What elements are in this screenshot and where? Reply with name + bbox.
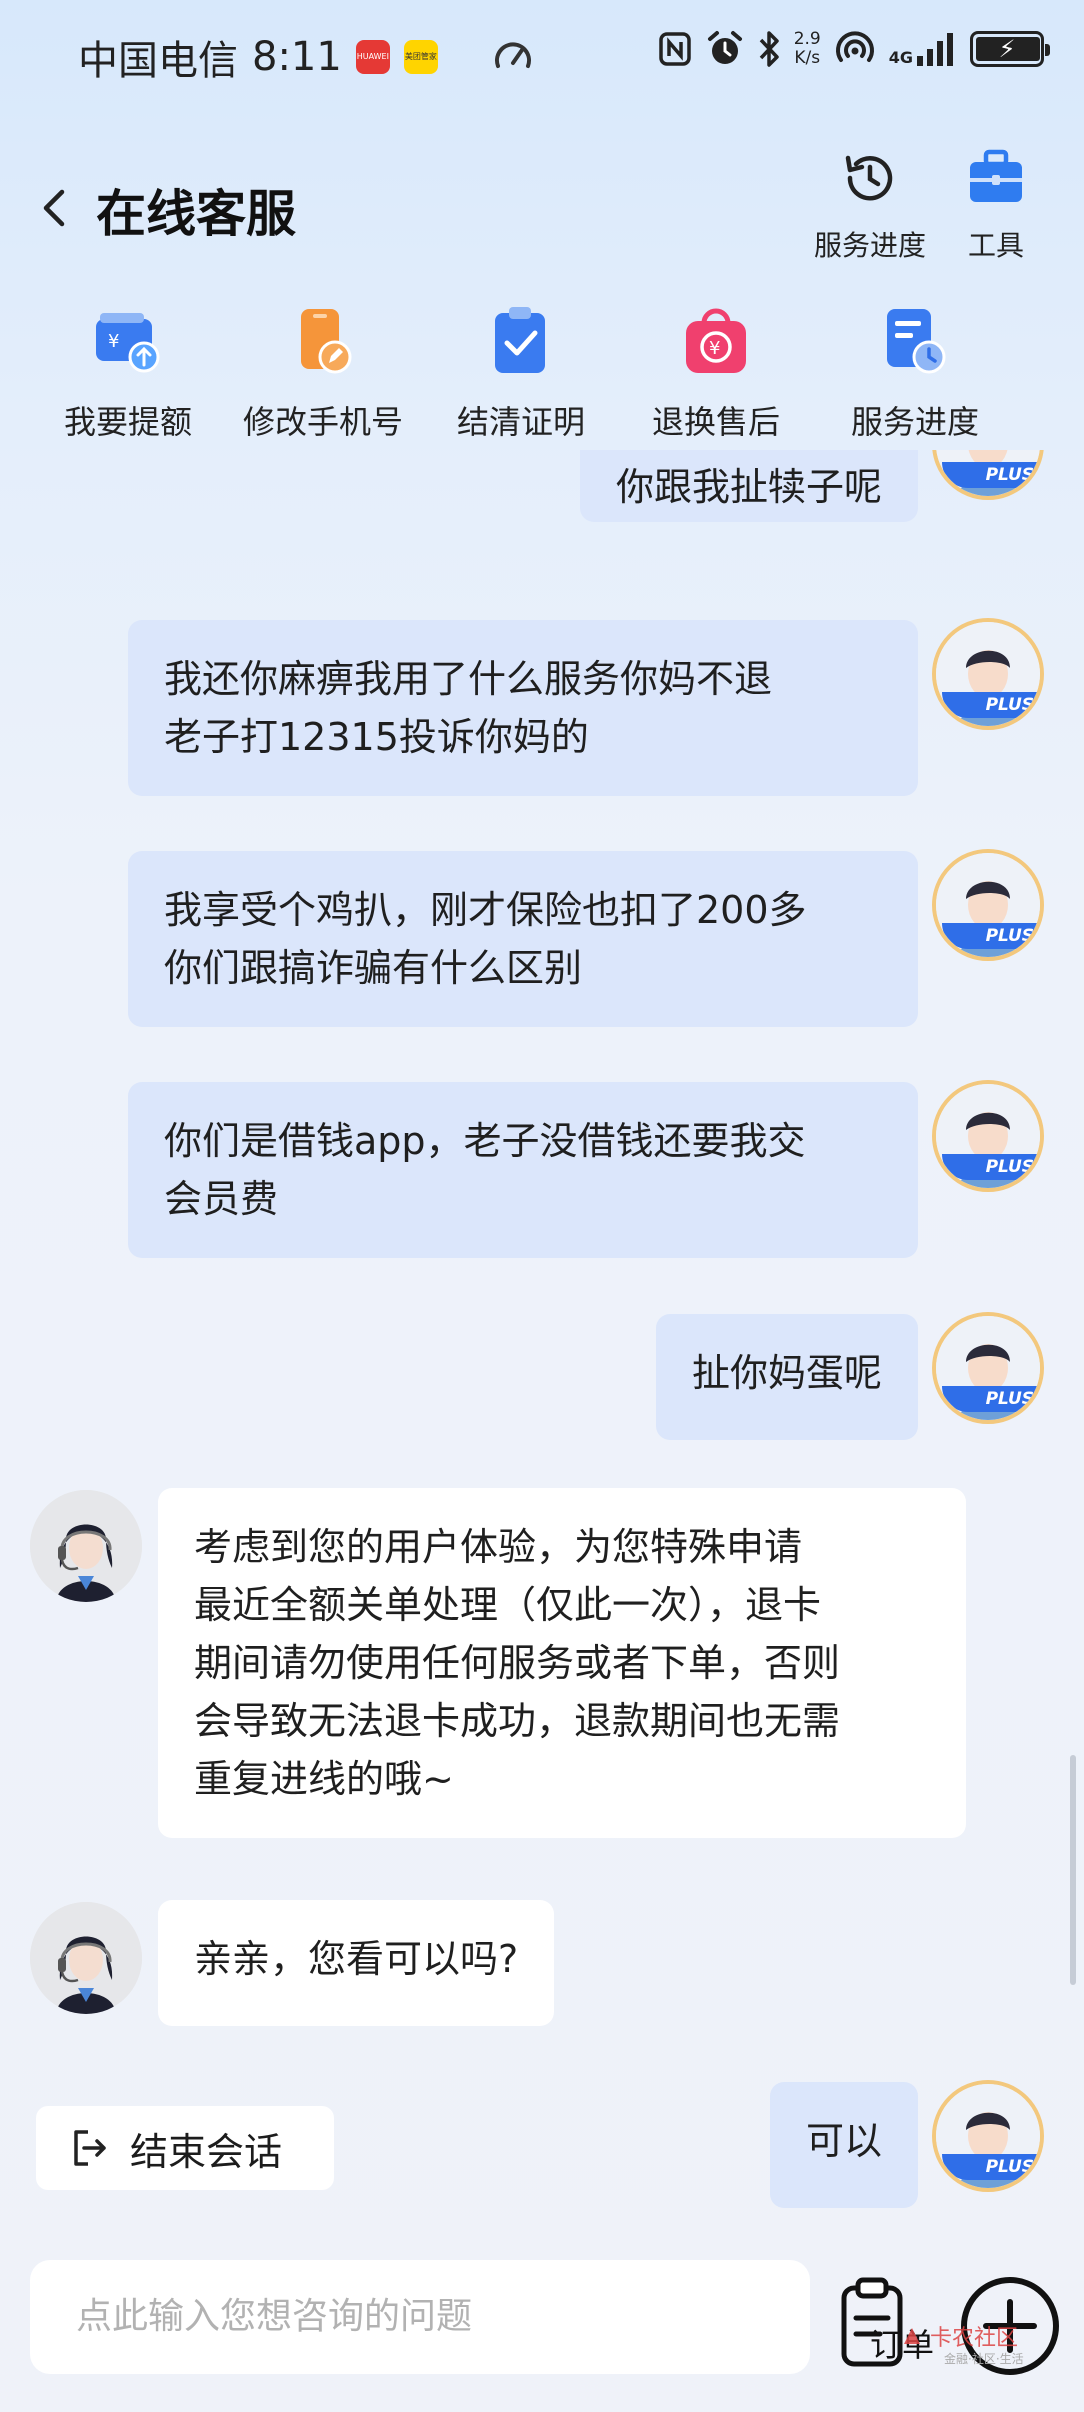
tools-label: 工具 — [967, 229, 1024, 262]
user-message[interactable]: 你跟我扯犊子呢 — [579, 450, 918, 522]
shortcut-after-sales[interactable]: ¥ 退换售后 — [621, 305, 811, 443]
message-line: 考虑到您的用户体验，为您特殊申请 — [194, 1525, 803, 1569]
shortcut-label: 修改手机号 — [242, 403, 403, 441]
cell-signal: 4G — [889, 32, 956, 66]
watermark: 卡农社区 — [900, 2320, 1018, 2352]
plus-member-badge: PLUS — [942, 462, 1040, 488]
message-line: 会导致无法退卡成功，退款期间也无需 — [194, 1699, 841, 1743]
plus-member-badge: PLUS — [942, 1386, 1040, 1412]
agent-avatar-headset-icon — [30, 1902, 142, 2014]
shortcut-label: 我要提额 — [63, 403, 192, 441]
shortcut-change-phone[interactable]: 修改手机号 — [228, 305, 418, 443]
message-line: 你们跟搞诈骗有什么区别 — [164, 946, 583, 990]
bluetooth-icon — [759, 31, 779, 67]
message-line: 最近全额关单处理（仅此一次），退卡 — [194, 1583, 822, 1627]
message-line: 会员费 — [164, 1177, 279, 1221]
message-text: 可以 — [805, 2119, 882, 2163]
shortcut-service-progress[interactable]: 服务进度 — [820, 305, 1010, 443]
agent-message[interactable]: 亲亲，您看可以吗? — [158, 1900, 555, 2026]
signal-bars-icon — [917, 33, 953, 66]
service-progress-button[interactable]: 服务进度 — [814, 148, 926, 264]
user-message[interactable]: 可以 — [769, 2082, 918, 2208]
shortcut-label: 退换售后 — [651, 403, 780, 441]
message-line: 你们是借钱app，老子没借钱还要我交 — [164, 1119, 806, 1163]
shortcut-raise-limit[interactable]: ¥ 我要提额 — [33, 305, 223, 443]
message-text: 你跟我扯犊子呢 — [615, 465, 882, 509]
status-bar: 中国电信 8:11 HUAWEI 美团管家 2.9 K/s 4G ⚡ — [0, 0, 1084, 110]
wallet-upgrade-icon: ¥ — [96, 313, 160, 373]
phone-edit-icon — [301, 309, 352, 374]
network-speed: 2.9 K/s — [794, 30, 821, 68]
message-line: 老子打12315投诉你妈的 — [164, 715, 589, 759]
plus-member-badge: PLUS — [942, 1154, 1040, 1180]
network-speed-unit: K/s — [794, 48, 821, 68]
shortcut-label: 服务进度 — [850, 403, 979, 441]
chat-messages: 你跟我扯犊子呢 PLUS 我还你麻痹我用了什么服务你妈不退 老子打12315投诉… — [0, 450, 1084, 2230]
battery-icon: ⚡ — [970, 31, 1050, 67]
user-avatar[interactable]: PLUS — [932, 2080, 1044, 2192]
user-avatar[interactable]: PLUS — [932, 1312, 1044, 1424]
user-message[interactable]: 扯你妈蛋呢 — [655, 1314, 918, 1440]
message-line: 期间请勿使用任何服务或者下单，否则 — [194, 1641, 841, 1685]
end-chat-label: 结束会话 — [130, 2129, 283, 2174]
message-text: 扯你妈蛋呢 — [691, 1351, 882, 1395]
alarm-icon — [707, 31, 742, 64]
message-text: 亲亲，您看可以吗? — [194, 1937, 519, 1981]
network-speed-value: 2.9 — [793, 29, 821, 49]
svg-text:¥: ¥ — [709, 338, 720, 359]
refund-bag-icon: ¥ — [686, 308, 746, 373]
nfc-icon — [658, 32, 691, 66]
back-arrow-icon[interactable] — [36, 186, 72, 230]
user-message[interactable]: 我享受个鸡扒，刚才保险也扣了200多 你们跟搞诈骗有什么区别 — [128, 851, 918, 1027]
meituan-app-icon: 美团管家 — [403, 40, 438, 74]
status-right: 2.9 K/s 4G ⚡ — [658, 30, 1050, 68]
user-avatar[interactable]: PLUS — [932, 1080, 1044, 1192]
hotspot-icon — [835, 31, 874, 62]
status-left: 中国电信 8:11 HUAWEI 美团管家 — [78, 28, 534, 86]
agent-avatar-headset-icon — [30, 1490, 142, 1602]
end-chat-button[interactable]: 结束会话 — [36, 2106, 334, 2190]
watermark-logo-icon — [904, 2328, 920, 2344]
network-type: 4G — [888, 48, 913, 67]
clipboard-check-icon — [495, 307, 545, 373]
message-line: 重复进线的哦~ — [194, 1757, 454, 1801]
plus-member-badge: PLUS — [942, 923, 1040, 949]
input-bar: 点此输入您想咨询的问题 订单 卡农社区 金融·社区·生活 — [0, 2230, 1084, 2412]
carrier-name: 中国电信 — [78, 38, 238, 84]
user-avatar[interactable]: PLUS — [932, 450, 1044, 500]
service-progress-label: 服务进度 — [814, 229, 927, 262]
agent-avatar[interactable] — [30, 1490, 142, 1602]
user-avatar[interactable]: PLUS — [932, 618, 1044, 730]
user-message[interactable]: 我还你麻痹我用了什么服务你妈不退 老子打12315投诉你妈的 — [128, 620, 918, 796]
page-title: 在线客服 — [96, 185, 296, 243]
tools-button[interactable]: 工具 — [966, 148, 1026, 264]
huawei-app-icon: HUAWEI — [355, 40, 390, 74]
chat-scrollbar[interactable] — [1070, 1755, 1076, 1985]
charging-bolt-icon: ⚡ — [998, 35, 1016, 63]
user-avatar[interactable]: PLUS — [932, 849, 1044, 961]
agent-message[interactable]: 考虑到您的用户体验，为您特殊申请 最近全额关单处理（仅此一次），退卡 期间请勿使… — [158, 1488, 966, 1838]
exit-icon — [74, 2130, 106, 2166]
watermark-text: 卡农社区 — [930, 2326, 1019, 2351]
speedometer-icon — [494, 42, 531, 68]
doc-clock-icon — [887, 309, 946, 374]
watermark-subtext: 金融·社区·生活 — [944, 2352, 1024, 2366]
toolbox-icon — [970, 149, 1022, 202]
message-line: 我享受个鸡扒，刚才保险也扣了200多 — [164, 888, 807, 932]
svg-text:¥: ¥ — [108, 331, 119, 352]
page-header: 在线客服 服务进度 工具 — [0, 130, 1084, 280]
user-message[interactable]: 你们是借钱app，老子没借钱还要我交 会员费 — [128, 1082, 918, 1258]
shortcut-label: 结清证明 — [456, 403, 585, 441]
message-line: 我还你麻痹我用了什么服务你妈不退 — [164, 657, 773, 701]
message-input[interactable]: 点此输入您想咨询的问题 — [30, 2260, 810, 2374]
plus-member-badge: PLUS — [942, 2154, 1040, 2180]
shortcut-settlement-proof[interactable]: 结清证明 — [426, 305, 616, 443]
clock: 8:11 — [252, 34, 342, 80]
agent-avatar[interactable] — [30, 1902, 142, 2014]
quick-shortcuts: ¥ 我要提额 修改手机号 结清证明 ¥ 退换售后 服务进度 — [0, 305, 1084, 455]
history-clock-icon — [845, 155, 893, 201]
plus-member-badge: PLUS — [942, 692, 1040, 718]
